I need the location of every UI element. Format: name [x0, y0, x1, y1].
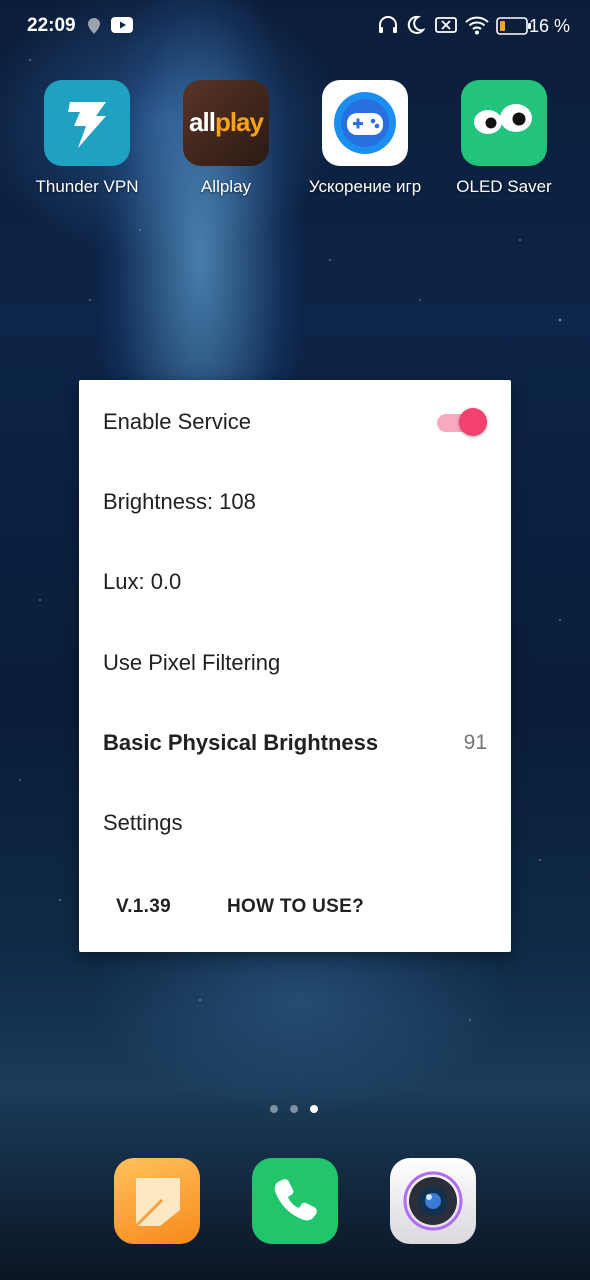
- status-bar: 22:09 16 %: [0, 0, 590, 52]
- app-label: Thunder VPN: [35, 177, 139, 196]
- camera-icon[interactable]: [390, 1158, 476, 1244]
- page-dot: [270, 1105, 278, 1113]
- pixel-filtering-row[interactable]: Use Pixel Filtering: [103, 623, 487, 703]
- basic-physical-brightness-label: Basic Physical Brightness: [103, 730, 379, 755]
- mute-icon: [435, 17, 457, 38]
- enable-service-row[interactable]: Enable Service: [103, 382, 487, 462]
- app-label: Allplay: [200, 177, 252, 196]
- enable-service-toggle[interactable]: [435, 407, 487, 437]
- settings-row[interactable]: Settings: [103, 783, 487, 863]
- app-label: OLED Saver: [456, 177, 552, 196]
- version-button[interactable]: V.1.39: [116, 896, 171, 918]
- notes-icon[interactable]: [114, 1158, 200, 1244]
- app-thunder-vpn[interactable]: Thunder VPN: [27, 80, 147, 197]
- page-dot-active: [310, 1105, 318, 1113]
- page-dot: [290, 1105, 298, 1113]
- how-to-use-button[interactable]: HOW TO USE?: [227, 896, 364, 918]
- brightness-label: Brightness: 108: [103, 489, 256, 514]
- page-indicator[interactable]: [270, 1105, 330, 1115]
- lux-label: Lux: 0.0: [103, 569, 182, 594]
- app-oled-saver[interactable]: OLED Saver: [444, 80, 564, 197]
- game-boost-icon: [322, 80, 408, 166]
- basic-physical-brightness-value: 91: [463, 731, 487, 754]
- battery-icon: [496, 17, 532, 40]
- brightness-row[interactable]: Brightness: 108: [103, 462, 487, 542]
- oled-saver-icon: [461, 80, 547, 166]
- headphones-icon: [378, 16, 398, 39]
- battery-percent: 16 %: [528, 16, 570, 36]
- lux-row[interactable]: Lux: 0.0: [103, 542, 487, 622]
- thunder-vpn-icon: [44, 80, 130, 166]
- moon-icon: [405, 15, 426, 40]
- basic-physical-brightness-row[interactable]: Basic Physical Brightness 91: [103, 703, 487, 783]
- toggle-thumb: [459, 408, 487, 436]
- wifi-icon: [465, 16, 489, 41]
- app-label: Ускорение игр: [308, 177, 422, 196]
- service-dialog: Enable Service Brightness: 108 Lux: 0.0 …: [79, 380, 511, 952]
- app-game-boost[interactable]: Ускорение игр: [305, 80, 425, 197]
- phone-icon[interactable]: [252, 1158, 338, 1244]
- allplay-icon: allplay: [183, 80, 269, 166]
- youtube-icon: [111, 17, 133, 38]
- location-icon: [88, 18, 100, 39]
- enable-service-label: Enable Service: [103, 409, 251, 434]
- status-time: 22:09: [27, 15, 76, 36]
- app-allplay[interactable]: allplay Allplay: [166, 80, 286, 197]
- settings-label: Settings: [103, 810, 183, 835]
- pixel-filtering-label: Use Pixel Filtering: [103, 650, 281, 675]
